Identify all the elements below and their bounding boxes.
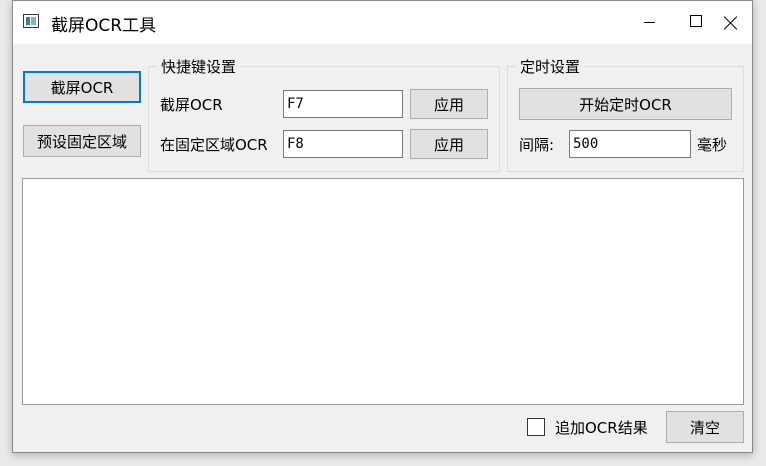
capture-hotkey-apply-button[interactable]: 应用	[410, 89, 488, 119]
fixed-hotkey-label: 在固定区域OCR	[160, 136, 268, 154]
fixed-hotkey-input[interactable]: F8	[283, 130, 403, 158]
fixed-hotkey-apply-button[interactable]: 应用	[410, 129, 488, 159]
append-result-label: 追加OCR结果	[555, 419, 648, 437]
append-result-checkbox[interactable]	[527, 418, 545, 436]
preset-region-button[interactable]: 预设固定区域	[23, 125, 141, 157]
timer-group-title: 定时设置	[516, 56, 585, 77]
start-timer-button[interactable]: 开始定时OCR	[519, 88, 732, 120]
interval-input[interactable]: 500	[569, 130, 691, 158]
title-bar: 截屏OCR工具	[13, 1, 752, 44]
capture-ocr-button[interactable]: 截屏OCR	[23, 71, 141, 103]
capture-hotkey-label: 截屏OCR	[160, 96, 223, 114]
interval-label: 间隔:	[519, 136, 555, 154]
app-icon	[23, 14, 39, 28]
close-button[interactable]	[707, 1, 753, 44]
window-title: 截屏OCR工具	[51, 16, 157, 36]
clear-button[interactable]: 清空	[666, 411, 744, 443]
ocr-result-textarea[interactable]	[22, 178, 744, 405]
hotkey-group-title: 快捷键设置	[157, 56, 241, 77]
interval-unit-label: 毫秒	[697, 136, 728, 154]
maximize-icon	[690, 15, 702, 27]
capture-hotkey-input[interactable]: F7	[283, 90, 403, 118]
app-window: 截屏OCR工具 截屏OCR 预设固定区域 快捷键设置 截屏OCR F7 应用 在…	[12, 0, 753, 453]
close-icon	[724, 16, 738, 30]
minimize-button[interactable]	[626, 1, 672, 44]
minimize-icon	[644, 22, 655, 23]
